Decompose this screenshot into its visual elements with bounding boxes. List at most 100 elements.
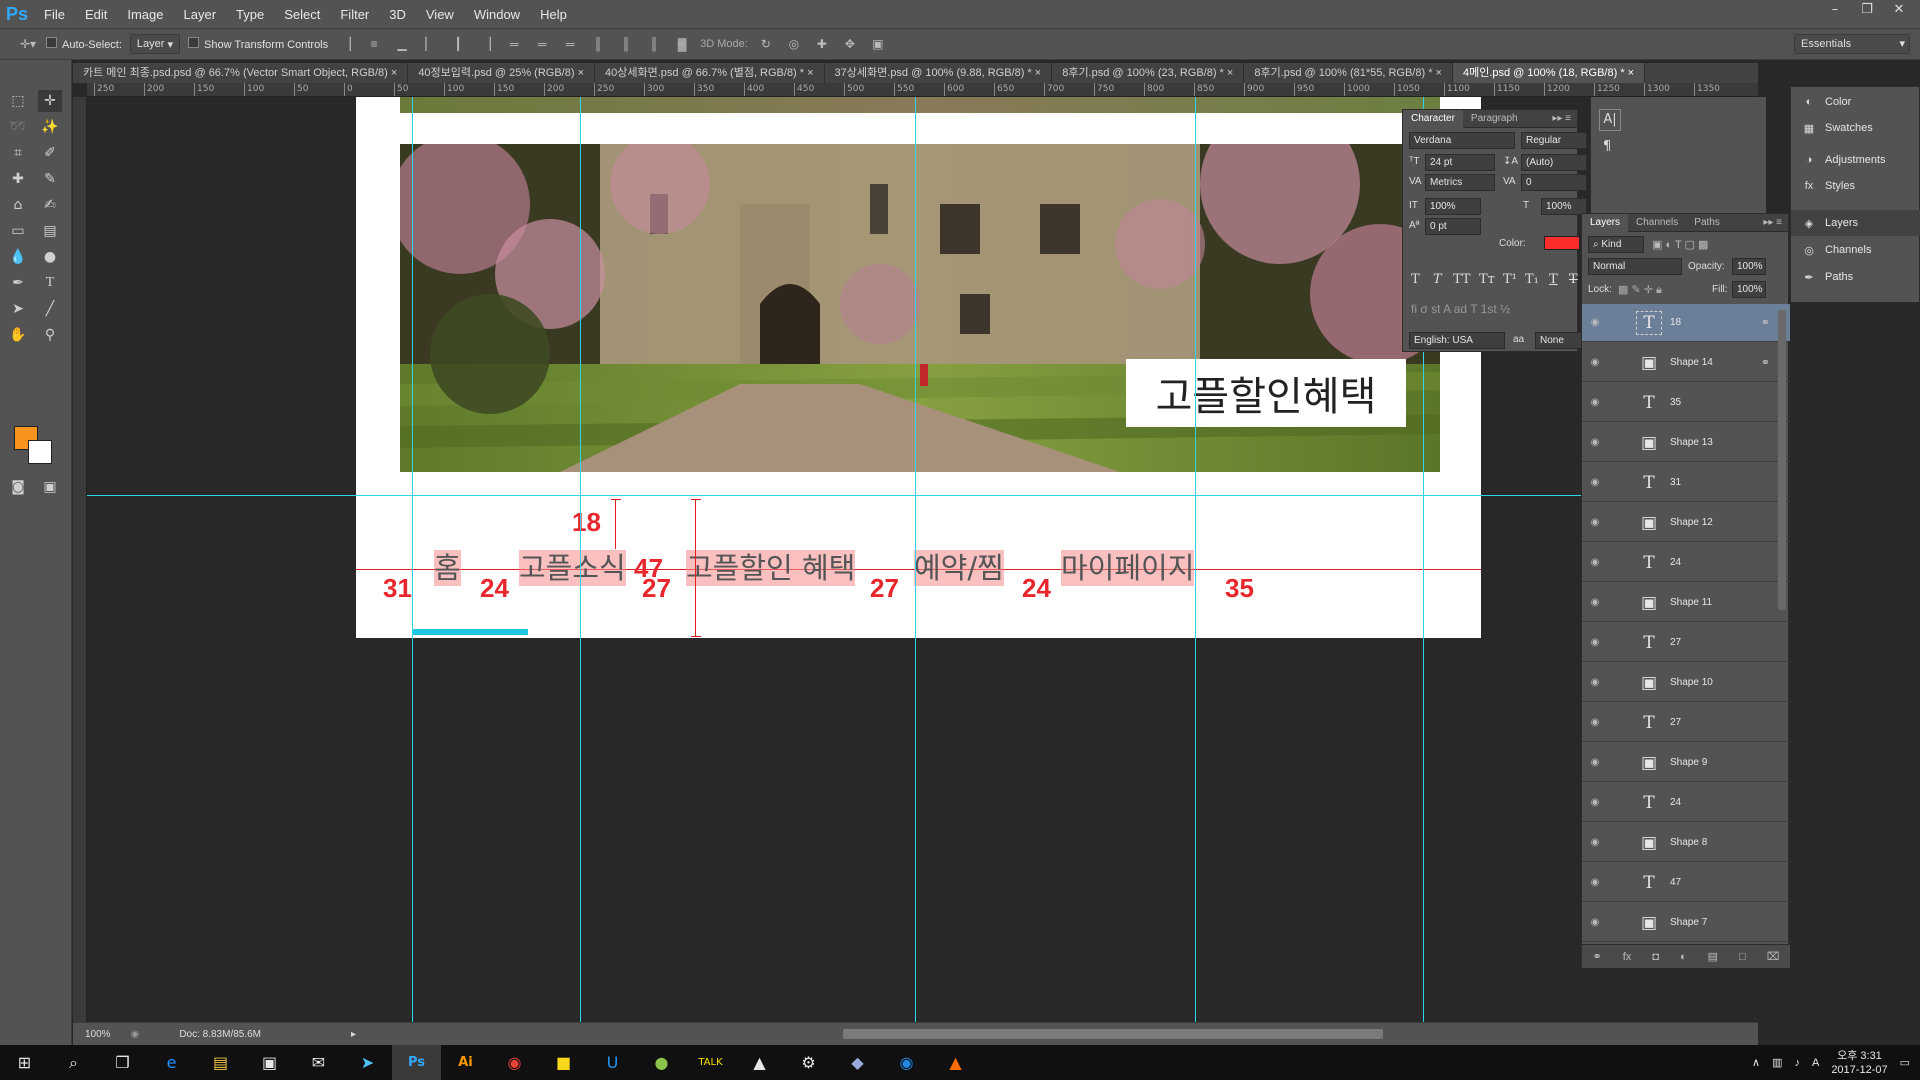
dock-item-adjustments[interactable]: ◑ Adjustments bbox=[1791, 147, 1920, 173]
leading-field[interactable]: (Auto) bbox=[1521, 154, 1587, 171]
layer-name[interactable]: Shape 8 bbox=[1670, 837, 1707, 848]
menu-file[interactable]: File bbox=[34, 7, 75, 22]
3d-scale-icon[interactable]: ▣ bbox=[868, 35, 888, 53]
app-bird-icon[interactable]: ➤ bbox=[343, 1045, 392, 1080]
file-explorer-icon[interactable]: ▤ bbox=[196, 1045, 245, 1080]
guide-vertical[interactable] bbox=[1195, 97, 1196, 1022]
underline-icon[interactable]: T bbox=[1549, 272, 1558, 287]
nav-item-home[interactable]: 홈 bbox=[434, 550, 461, 586]
fx-icon[interactable]: fx bbox=[1623, 951, 1632, 963]
layer-name[interactable]: Shape 9 bbox=[1670, 757, 1707, 768]
zoom-tool-icon[interactable]: ⚲ bbox=[38, 324, 62, 346]
marquee-tool-icon[interactable]: ⬚ bbox=[6, 90, 30, 112]
tab-document[interactable]: 40상세화면.psd @ 66.7% (별점, RGB/8) * × bbox=[595, 63, 825, 83]
new-layer-icon[interactable]: □ bbox=[1739, 951, 1746, 963]
distribute-top-icon[interactable]: ═ bbox=[504, 35, 524, 53]
photoshop-taskbar-icon[interactable]: Ps bbox=[392, 1045, 441, 1080]
distribute-left-icon[interactable]: ║ bbox=[588, 35, 608, 53]
eraser-tool-icon[interactable]: ▭ bbox=[6, 220, 30, 242]
character-panel-icon[interactable]: A| bbox=[1599, 109, 1621, 131]
text-color-swatch[interactable] bbox=[1544, 236, 1580, 250]
app-u-icon[interactable]: U bbox=[588, 1045, 637, 1080]
dock-item-styles[interactable]: fx Styles bbox=[1791, 173, 1920, 199]
guide-vertical[interactable] bbox=[412, 97, 413, 1022]
adjustment-layer-icon[interactable]: ◐ bbox=[1680, 951, 1687, 963]
layer-row-text[interactable]: ◉ T 18 ⚭ bbox=[1582, 304, 1790, 342]
blur-tool-icon[interactable]: 💧 bbox=[6, 246, 30, 268]
history-brush-tool-icon[interactable]: ✍ bbox=[38, 194, 62, 216]
blend-mode-select[interactable]: Normal bbox=[1588, 258, 1682, 275]
type-tool-icon[interactable]: T bbox=[38, 272, 62, 294]
align-left-icon[interactable]: ▏ bbox=[420, 35, 440, 53]
opacity-field[interactable]: 100% bbox=[1732, 258, 1766, 275]
tab-document[interactable]: 40정보입력.psd @ 25% (RGB/8) × bbox=[408, 63, 595, 83]
layer-filter-icons[interactable]: ▣ ◐ T ▢ ▩ bbox=[1652, 238, 1708, 251]
faux-bold-icon[interactable]: T bbox=[1411, 272, 1420, 287]
magic-wand-tool-icon[interactable]: ✨ bbox=[38, 116, 62, 138]
menu-filter[interactable]: Filter bbox=[330, 7, 379, 22]
3d-slide-icon[interactable]: ✥ bbox=[840, 35, 860, 53]
volume-icon[interactable]: ♪ bbox=[1794, 1057, 1800, 1069]
visibility-eye-icon[interactable]: ◉ bbox=[1582, 477, 1608, 488]
store-icon[interactable]: ▣ bbox=[245, 1045, 294, 1080]
search-icon[interactable]: ⌕ bbox=[49, 1045, 98, 1080]
tab-channels[interactable]: Channels bbox=[1628, 214, 1686, 232]
visibility-eye-icon[interactable]: ◉ bbox=[1582, 597, 1608, 608]
layer-row-shape[interactable]: ◉ ▣ Shape 10 bbox=[1582, 664, 1790, 702]
layer-row-text[interactable]: ◉ T 35 bbox=[1582, 384, 1790, 422]
dock-item-color[interactable]: ◐ Color bbox=[1791, 89, 1920, 115]
brush-tool-icon[interactable]: ✎ bbox=[38, 168, 62, 190]
app-orange-triangle-icon[interactable]: ▲ bbox=[931, 1045, 980, 1080]
subscript-icon[interactable]: T₁ bbox=[1525, 272, 1539, 287]
font-size-field[interactable]: 24 pt bbox=[1425, 154, 1495, 171]
visibility-eye-icon[interactable]: ◉ bbox=[1582, 797, 1608, 808]
layer-name[interactable]: 24 bbox=[1670, 797, 1681, 808]
menu-view[interactable]: View bbox=[416, 7, 464, 22]
layer-row-shape[interactable]: ◉ ▣ Shape 12 bbox=[1582, 504, 1790, 542]
tab-character[interactable]: Character bbox=[1403, 109, 1463, 128]
visibility-eye-icon[interactable]: ◉ bbox=[1582, 637, 1608, 648]
layer-filter-select[interactable]: ⌕ Kind bbox=[1588, 236, 1644, 253]
layer-row-text[interactable]: ◉ T 31 bbox=[1582, 464, 1790, 502]
layer-row-shape[interactable]: ◉ ▣ Shape 13 bbox=[1582, 424, 1790, 462]
strikethrough-icon[interactable]: T bbox=[1569, 272, 1578, 287]
distribute-vcenter-icon[interactable]: ═ bbox=[532, 35, 552, 53]
3d-pan-icon[interactable]: ✚ bbox=[812, 35, 832, 53]
guide-vertical[interactable] bbox=[915, 97, 916, 1022]
tray-chevron-up-icon[interactable]: ∧ bbox=[1752, 1056, 1760, 1069]
tab-document[interactable]: 37상세화면.psd @ 100% (9.88, RGB/8) * × bbox=[825, 63, 1053, 83]
all-caps-icon[interactable]: TT bbox=[1453, 272, 1471, 287]
visibility-eye-icon[interactable]: ◉ bbox=[1582, 317, 1608, 328]
info-icon[interactable]: ◉ bbox=[131, 1029, 140, 1040]
layer-name[interactable]: 47 bbox=[1670, 877, 1681, 888]
menu-type[interactable]: Type bbox=[226, 7, 274, 22]
screen-mode-icon[interactable]: ▣ bbox=[38, 476, 62, 498]
auto-select-dropdown[interactable]: Layer ▾ bbox=[129, 34, 181, 54]
dock-item-swatches[interactable]: ▦ Swatches bbox=[1791, 115, 1920, 141]
3d-rotate-icon[interactable]: ↻ bbox=[756, 35, 776, 53]
layer-name[interactable]: 18 bbox=[1670, 317, 1681, 328]
status-menu-arrow-icon[interactable]: ▸ bbox=[351, 1029, 356, 1040]
show-transform-checkbox[interactable]: Show Transform Controls bbox=[188, 37, 328, 51]
layer-name[interactable]: Shape 14 bbox=[1670, 357, 1713, 368]
edge-browser-icon[interactable]: e bbox=[147, 1045, 196, 1080]
nav-item-reservation[interactable]: 예약/찜 bbox=[914, 550, 1004, 586]
visibility-eye-icon[interactable]: ◉ bbox=[1582, 837, 1608, 848]
align-bottom-icon[interactable]: ▁ bbox=[392, 35, 412, 53]
menu-edit[interactable]: Edit bbox=[75, 7, 117, 22]
zoom-level[interactable]: 100% bbox=[85, 1029, 111, 1040]
visibility-eye-icon[interactable]: ◉ bbox=[1582, 877, 1608, 888]
app-bubbles-icon[interactable]: ● bbox=[637, 1045, 686, 1080]
link-layers-icon[interactable]: ⚭ bbox=[1593, 950, 1602, 963]
notifications-icon[interactable]: ▭ bbox=[1900, 1056, 1910, 1069]
photos-icon[interactable]: ▲ bbox=[735, 1045, 784, 1080]
tab-document[interactable]: 8후기.psd @ 100% (81*55, RGB/8) * × bbox=[1244, 63, 1453, 83]
layer-row-shape[interactable]: ◉ ▣ Shape 11 bbox=[1582, 584, 1790, 622]
nav-item-news[interactable]: 고플소식 bbox=[519, 550, 626, 586]
menu-layer[interactable]: Layer bbox=[174, 7, 227, 22]
panel-menu-icon[interactable]: ▸▸ ≡ bbox=[1552, 113, 1577, 124]
paragraph-panel-icon[interactable]: ¶ bbox=[1603, 139, 1611, 154]
faux-italic-icon[interactable]: T bbox=[1433, 272, 1442, 287]
document-canvas[interactable]: 고플할인혜택 홈 고플소식 고플할인 혜택 예약/찜 마이페이지 18 31 2… bbox=[356, 97, 1481, 638]
menu-select[interactable]: Select bbox=[274, 7, 330, 22]
